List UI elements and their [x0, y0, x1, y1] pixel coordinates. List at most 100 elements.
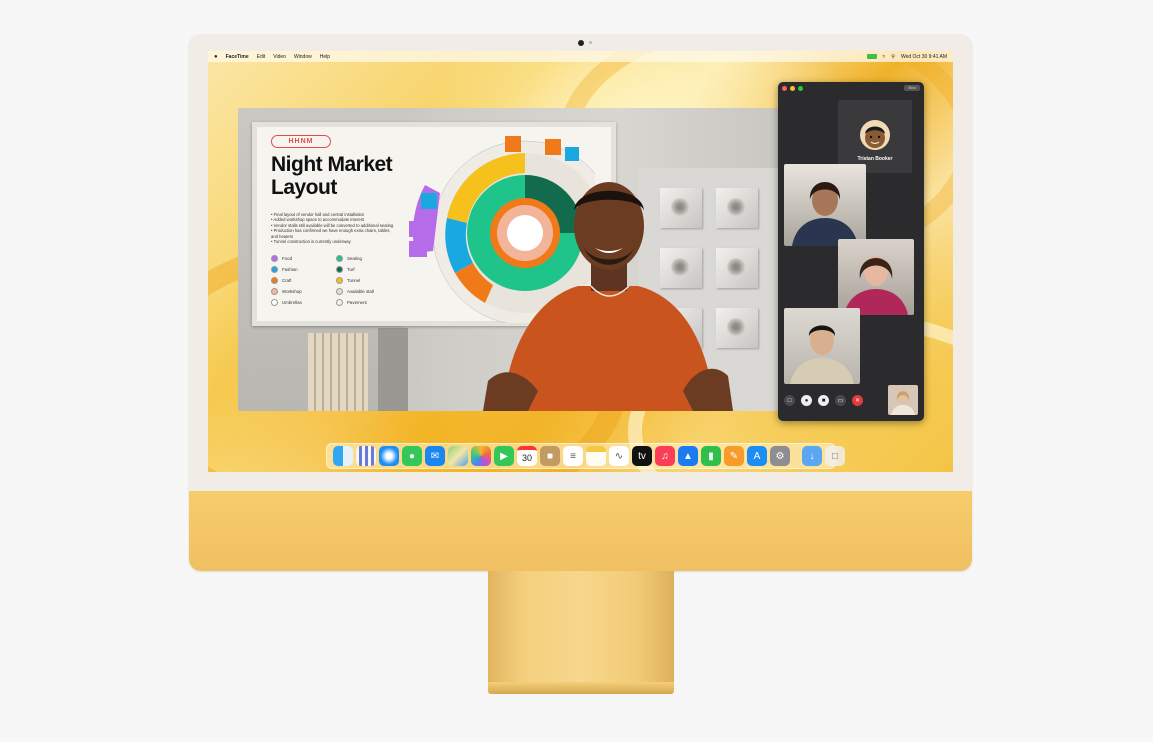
bullet-item: • Production has confirmed we have enoug… [271, 228, 391, 239]
maps-icon[interactable] [448, 446, 468, 466]
desktop-screen: ● FaceTime Edit Video Window Help ≈ ⚲ We… [208, 51, 953, 472]
facetime-icon[interactable]: ▶ [494, 446, 514, 466]
music-icon[interactable]: ♫ [655, 446, 675, 466]
legend-item: Pavement [336, 299, 401, 306]
reminders-icon[interactable]: ≡ [563, 446, 583, 466]
legend-label: Craft [282, 278, 292, 283]
poster-bullets: • Final layout of vendor hall and centra… [271, 212, 396, 244]
legend-swatch-icon [271, 288, 278, 295]
participant-figure [790, 325, 854, 384]
facetime-status-icon[interactable] [866, 54, 877, 59]
close-window-icon[interactable] [782, 86, 787, 91]
legend-label: Umbrellas [282, 300, 302, 305]
participant-figure [844, 256, 908, 315]
freeform-icon[interactable]: ∿ [609, 446, 629, 466]
end-call-icon[interactable]: ✕ [852, 395, 863, 406]
imac-stand [488, 571, 674, 685]
calendar-icon[interactable]: 30 [517, 446, 537, 466]
numbers-icon[interactable]: ▮ [701, 446, 721, 466]
system-settings-icon[interactable]: ⚙ [770, 446, 790, 466]
bullet-item: • Tunnel construction is currently under… [271, 239, 351, 245]
participant-video-1[interactable] [784, 164, 866, 246]
menu-app-name[interactable]: FaceTime [226, 54, 249, 60]
legend-swatch-icon [271, 255, 278, 262]
end-button[interactable]: End [904, 85, 920, 91]
legend-label: Pavement [347, 300, 367, 305]
legend-swatch-icon [336, 277, 343, 284]
participant-figure [792, 182, 858, 246]
wifi-icon[interactable]: ≈ [883, 54, 886, 60]
camera-indicator [589, 41, 592, 44]
messages-icon[interactable]: ● [402, 446, 422, 466]
camera-icon [578, 40, 584, 46]
tv-icon[interactable]: tv [632, 446, 652, 466]
photos-icon[interactable] [471, 446, 491, 466]
dock: ➤ ● ✉ ▶ 30 ■ ≡ ∿ tv ♫ ▲ ▮ ✎ A ⚙ ↓ □ [326, 443, 845, 469]
app-store-icon[interactable]: A [747, 446, 767, 466]
legend-label: Fashion [282, 267, 298, 272]
participant-tile-main[interactable]: Tristan Booker [838, 100, 912, 173]
legend-swatch-icon [271, 277, 278, 284]
launchpad-icon[interactable] [356, 446, 376, 466]
poster-logo: HHNM [271, 135, 331, 148]
menu-bar: ● FaceTime Edit Video Window Help ≈ ⚲ We… [208, 51, 953, 62]
mail-icon[interactable]: ✉ [425, 446, 445, 466]
participant-video-3[interactable] [784, 308, 860, 384]
pillar [378, 328, 408, 411]
legend-item: Seating [336, 255, 401, 262]
zoom-window-icon[interactable] [798, 86, 803, 91]
legend-item: Craft [271, 277, 336, 284]
search-icon[interactable]: ⚲ [891, 54, 895, 60]
sidebar-toggle-icon[interactable]: □ [784, 395, 795, 406]
menu-window[interactable]: Window [294, 54, 312, 60]
menu-video[interactable]: Video [273, 54, 286, 60]
downloads-icon[interactable]: ↓ [802, 446, 822, 466]
legend-swatch-icon [336, 288, 343, 295]
legend-label: Tunnel [347, 278, 361, 283]
legend-swatch-icon [336, 299, 343, 306]
imac-chin [189, 491, 972, 571]
apple-menu-icon[interactable]: ● [214, 54, 218, 60]
camera-toggle-icon[interactable]: ■ [818, 395, 829, 406]
safari-icon[interactable]: ➤ [379, 446, 399, 466]
poster-legend: Food Seating Fashion Turf Craft Tunnel Worksho… [271, 255, 401, 306]
legend-swatch-icon [336, 255, 343, 262]
legend-item: Workshop [271, 288, 336, 295]
window-controls [782, 86, 803, 91]
menu-edit[interactable]: Edit [257, 54, 266, 60]
participant-video-2[interactable] [838, 239, 914, 315]
legend-label: Seating [347, 256, 362, 261]
imac-foot [488, 682, 674, 694]
legend-label: Workshop [282, 289, 302, 294]
facetime-window[interactable]: End Tristan Booker □ ● ■ ▭ ✕ [778, 82, 924, 421]
share-screen-icon[interactable]: ▭ [835, 395, 846, 406]
self-view-video[interactable] [888, 385, 918, 415]
legend-label: Turf [347, 267, 355, 272]
legend-item: Available stall [336, 288, 401, 295]
radiator [308, 333, 368, 411]
minimize-window-icon[interactable] [790, 86, 795, 91]
trash-icon[interactable]: □ [825, 446, 845, 466]
legend-item: Tunnel [336, 277, 401, 284]
call-controls: □ ● ■ ▭ ✕ [784, 395, 863, 406]
keynote-icon[interactable]: ▲ [678, 446, 698, 466]
presenter-video [483, 182, 733, 411]
menu-clock[interactable]: Wed Oct 30 9:41 AM [901, 54, 947, 60]
notes-icon[interactable] [586, 446, 606, 466]
shared-video-window[interactable]: HHNM Night Market Layout • Final layout … [238, 108, 778, 411]
memoji-icon [865, 126, 885, 148]
legend-swatch-icon [271, 266, 278, 273]
legend-label: Food [282, 256, 293, 261]
menu-help[interactable]: Help [320, 54, 330, 60]
participant-figure [891, 391, 915, 415]
pages-icon[interactable]: ✎ [724, 446, 744, 466]
finder-icon[interactable] [333, 446, 353, 466]
legend-item: Turf [336, 266, 401, 273]
microphone-icon[interactable]: ● [801, 395, 812, 406]
legend-item: Food [271, 255, 336, 262]
legend-label: Available stall [347, 289, 374, 294]
legend-item: Fashion [271, 266, 336, 273]
contacts-icon[interactable]: ■ [540, 446, 560, 466]
legend-swatch-icon [336, 266, 343, 273]
legend-swatch-icon [271, 299, 278, 306]
